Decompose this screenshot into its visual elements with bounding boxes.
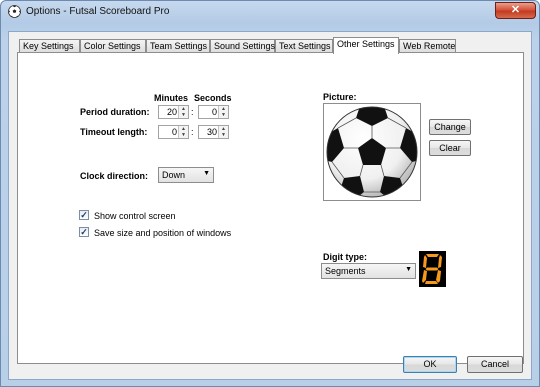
period-minutes-arrows[interactable]: ▲ ▼ bbox=[178, 106, 188, 118]
clock-direction-select[interactable]: Down ▼ bbox=[158, 167, 214, 183]
digit-type-label: Digit type: bbox=[323, 252, 367, 262]
minutes-header: Minutes bbox=[154, 93, 189, 103]
spin-down-icon: ▼ bbox=[221, 112, 226, 118]
digit-type-value: Segments bbox=[325, 266, 366, 276]
seconds-header: Seconds bbox=[194, 93, 232, 103]
period-minutes-stepper[interactable]: 20 ▲ ▼ bbox=[158, 105, 189, 119]
period-duration-label: Period duration: bbox=[80, 107, 150, 117]
cancel-button[interactable]: Cancel bbox=[467, 356, 523, 373]
clock-direction-value: Down bbox=[162, 170, 186, 180]
save-windows-label: Save size and position of windows bbox=[94, 228, 232, 238]
segment-d bbox=[425, 281, 438, 284]
timeout-minutes-arrows[interactable]: ▲ ▼ bbox=[178, 126, 188, 138]
period-separator: : bbox=[191, 107, 194, 117]
tab-text-settings[interactable]: Text Settings bbox=[275, 39, 333, 53]
segment-a bbox=[426, 254, 439, 257]
title-bar: Options - Futsal Scoreboard Pro ✕ bbox=[1, 1, 539, 23]
soccer-ball-image bbox=[326, 106, 418, 198]
change-picture-button[interactable]: Change bbox=[429, 119, 471, 135]
period-seconds-value: 0 bbox=[211, 107, 217, 117]
digit-type-select[interactable]: Segments ▼ bbox=[321, 263, 416, 279]
show-control-screen-label: Show control screen bbox=[94, 211, 176, 221]
tab-color-settings[interactable]: Color Settings bbox=[80, 39, 146, 53]
segment-b bbox=[438, 255, 442, 268]
spin-down-icon: ▼ bbox=[221, 132, 226, 138]
soccer-ball-icon bbox=[8, 5, 21, 18]
clock-direction-label: Clock direction: bbox=[80, 171, 149, 181]
tab-web-remote[interactable]: Web Remote bbox=[399, 39, 456, 53]
tab-team-settings[interactable]: Team Settings bbox=[146, 39, 210, 53]
timeout-minutes-value: 0 bbox=[171, 127, 177, 137]
spin-down-icon: ▼ bbox=[181, 132, 186, 138]
chevron-down-icon: ▼ bbox=[405, 266, 412, 273]
chevron-down-icon: ▼ bbox=[203, 170, 210, 177]
segment-g bbox=[425, 267, 439, 271]
timeout-separator: : bbox=[191, 127, 194, 137]
period-seconds-arrows[interactable]: ▲ ▼ bbox=[218, 106, 228, 118]
picture-preview bbox=[323, 103, 421, 201]
tab-other-settings[interactable]: Other Settings bbox=[333, 37, 399, 54]
clear-picture-button[interactable]: Clear bbox=[429, 140, 471, 156]
seven-segment-digit bbox=[422, 254, 442, 284]
window-title: Options - Futsal Scoreboard Pro bbox=[26, 6, 170, 17]
spin-down-icon: ▼ bbox=[181, 112, 186, 118]
options-window: Options - Futsal Scoreboard Pro ✕ Key Se… bbox=[0, 0, 540, 387]
show-control-screen-checkbox[interactable]: ✓ bbox=[79, 210, 89, 220]
tab-sound-settings[interactable]: Sound Settings bbox=[210, 39, 275, 53]
close-icon: ✕ bbox=[510, 4, 521, 16]
timeout-length-label: Timeout length: bbox=[80, 127, 148, 137]
checkmark-icon: ✓ bbox=[80, 210, 88, 220]
close-button[interactable]: ✕ bbox=[495, 2, 536, 19]
timeout-seconds-value: 30 bbox=[206, 127, 217, 137]
picture-label: Picture: bbox=[323, 92, 357, 102]
digit-preview bbox=[419, 251, 446, 287]
timeout-seconds-arrows[interactable]: ▲ ▼ bbox=[218, 126, 228, 138]
checkmark-icon: ✓ bbox=[80, 227, 88, 237]
dialog-client: Key Settings Color Settings Team Setting… bbox=[8, 31, 532, 380]
segment-f bbox=[423, 255, 427, 268]
other-settings-panel: Minutes Seconds Period duration: 20 ▲ ▼ :… bbox=[17, 52, 524, 364]
timeout-minutes-stepper[interactable]: 0 ▲ ▼ bbox=[158, 125, 189, 139]
period-minutes-value: 20 bbox=[166, 107, 177, 117]
tab-key-settings[interactable]: Key Settings bbox=[19, 39, 80, 53]
save-windows-checkbox[interactable]: ✓ bbox=[79, 227, 89, 237]
period-seconds-stepper[interactable]: 0 ▲ ▼ bbox=[198, 105, 229, 119]
ok-button[interactable]: OK bbox=[403, 356, 457, 373]
segment-c bbox=[436, 270, 441, 283]
timeout-seconds-stepper[interactable]: 30 ▲ ▼ bbox=[198, 125, 229, 139]
